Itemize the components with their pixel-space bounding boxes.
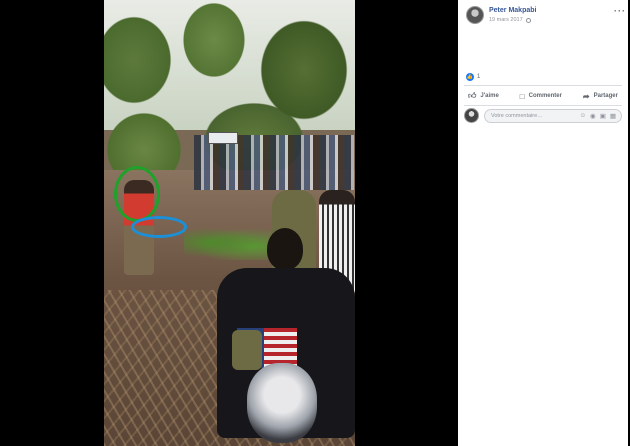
like-button-label: J'aime (480, 93, 499, 99)
post-photo[interactable] (104, 0, 355, 446)
photo-sign (208, 132, 238, 144)
author-avatar[interactable] (466, 6, 484, 24)
annotation-blue-circle (131, 216, 187, 238)
post-date[interactable]: 19 mars 2017 (489, 17, 523, 23)
photo-viewer: Peter Makpabi 19 mars 2017 ··· 👍 1 👍︎ J'… (0, 0, 630, 446)
comment-input[interactable]: Votre commentaire… ☺ ◉ ▣ ▦ (484, 109, 622, 123)
photo-camo-pants (232, 330, 262, 370)
emoji-icon[interactable]: ☺ (579, 112, 586, 120)
viewer-avatar[interactable] (464, 108, 479, 123)
more-options-icon[interactable]: ··· (614, 6, 626, 16)
comment-tool-icons: ☺ ◉ ▣ ▦ (579, 112, 616, 120)
globe-icon (525, 17, 531, 23)
comment-bubble-icon: □ (519, 91, 525, 101)
reaction-count: 1 (477, 74, 481, 80)
comment-placeholder: Votre commentaire… (491, 113, 543, 119)
divider (464, 85, 622, 86)
thumbs-up-icon: 👍︎ (468, 91, 477, 100)
like-button[interactable]: 👍︎ J'aime (464, 91, 503, 101)
comment-composer: Votre commentaire… ☺ ◉ ▣ ▦ (464, 108, 622, 124)
post-meta: 19 mars 2017 (489, 17, 531, 23)
share-button-label: Partager (593, 93, 618, 99)
share-arrow-icon: ➦ (582, 91, 590, 101)
reaction-summary[interactable]: 👍 1 (466, 72, 480, 82)
camera-icon[interactable]: ◉ (590, 112, 596, 120)
annotation-green-circle (114, 166, 160, 222)
divider (464, 105, 622, 106)
comment-button[interactable]: □ Commenter (516, 92, 566, 101)
gif-icon[interactable]: ▣ (600, 112, 606, 120)
photo-seated-man-head (267, 228, 303, 270)
photo-tiger-print (247, 363, 317, 443)
post-actions: 👍︎ J'aime □ Commenter ➦ Partager (464, 88, 622, 104)
like-icon: 👍 (466, 73, 474, 81)
author-name-link[interactable]: Peter Makpabi (489, 7, 536, 14)
share-button[interactable]: ➦ Partager (579, 92, 622, 101)
post-side-panel: Peter Makpabi 19 mars 2017 ··· 👍 1 👍︎ J'… (458, 0, 628, 446)
comment-button-label: Commenter (528, 93, 562, 99)
post-header: Peter Makpabi 19 mars 2017 ··· (466, 6, 625, 28)
sticker-icon[interactable]: ▦ (610, 112, 616, 120)
